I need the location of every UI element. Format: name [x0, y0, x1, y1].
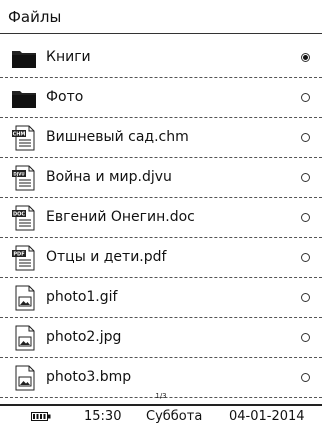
file-list-item[interactable]: DJVU Война и мир.djvu: [0, 158, 322, 198]
file-list-item[interactable]: DOC Евгений Онегин.doc: [0, 198, 322, 238]
file-name: Евгений Онегин.doc: [46, 209, 195, 225]
doc-file-icon: DOC: [11, 205, 37, 231]
file-name: photo3.bmp: [46, 369, 132, 385]
file-name: photo1.gif: [46, 289, 118, 305]
image-file-icon: [11, 285, 37, 311]
file-name: photo2.jpg: [46, 329, 122, 345]
file-list-item[interactable]: PDF Отцы и дети.pdf: [0, 238, 322, 278]
selection-radio[interactable]: [301, 253, 310, 262]
title-bar: Файлы: [0, 0, 322, 34]
file-name: Отцы и дети.pdf: [46, 249, 167, 265]
pdf-file-icon: PDF: [11, 245, 37, 271]
file-list-item[interactable]: photo2.jpg: [0, 318, 322, 358]
file-list: Книги Фото CHM Вишневый сад.chm DJVU Война и …: [0, 38, 322, 398]
chm-file-icon: CHM: [11, 125, 37, 151]
file-name: Вишневый сад.chm: [46, 129, 189, 145]
folder-icon: [11, 85, 37, 111]
status-bar: 15:30 Суббота 04-01-2014: [0, 404, 322, 426]
file-list-item[interactable]: Фото: [0, 78, 322, 118]
image-file-icon: [11, 325, 37, 351]
selection-radio[interactable]: [301, 133, 310, 142]
djvu-file-icon: DJVU: [11, 165, 37, 191]
date: 04-01-2014: [229, 409, 305, 424]
folder-icon: [11, 45, 37, 71]
selection-radio[interactable]: [301, 373, 310, 382]
battery-icon: [31, 412, 51, 421]
file-name: Фото: [46, 89, 84, 105]
selection-radio[interactable]: [301, 293, 310, 302]
selection-radio[interactable]: [301, 333, 310, 342]
selection-radio[interactable]: [301, 173, 310, 182]
file-list-item[interactable]: Книги: [0, 38, 322, 78]
page-title: Файлы: [8, 8, 62, 26]
svg-text:DJVU: DJVU: [13, 172, 24, 177]
clock-time: 15:30: [84, 409, 122, 424]
page-indicator: 1/3: [155, 392, 167, 400]
svg-text:DOC: DOC: [13, 212, 25, 218]
svg-text:CHM: CHM: [13, 132, 26, 138]
selection-radio[interactable]: [301, 53, 310, 62]
file-name: Война и мир.djvu: [46, 169, 172, 185]
file-name: Книги: [46, 49, 91, 65]
image-file-icon: [11, 365, 37, 391]
selection-radio[interactable]: [301, 93, 310, 102]
weekday: Суббота: [146, 409, 203, 424]
file-list-item[interactable]: photo1.gif: [0, 278, 322, 318]
file-list-item[interactable]: CHM Вишневый сад.chm: [0, 118, 322, 158]
selection-radio[interactable]: [301, 213, 310, 222]
svg-text:PDF: PDF: [13, 252, 24, 258]
